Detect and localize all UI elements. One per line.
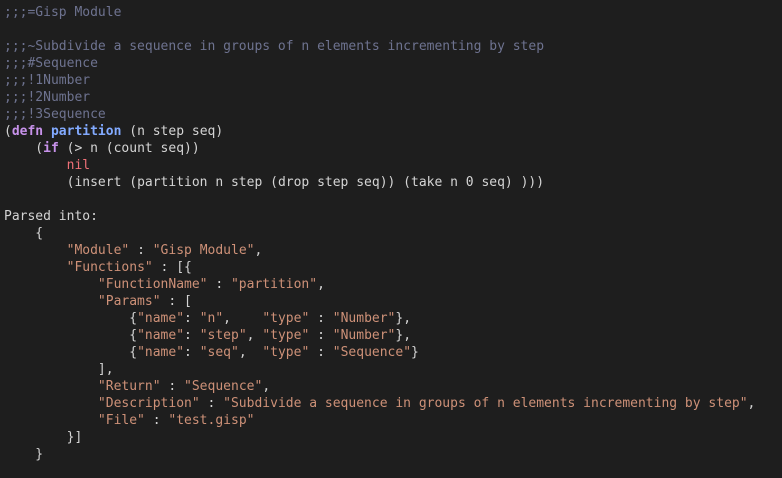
- json-key-functionname: "FunctionName": [97, 277, 208, 292]
- nil-literal: nil: [66, 158, 91, 173]
- json-key-type: "type": [262, 311, 310, 326]
- if-condition: (> n (count seq)): [58, 141, 200, 156]
- json-description-line: "Description" : "Subdivide a sequence in…: [97, 396, 756, 411]
- json-key-file: "File": [97, 413, 145, 428]
- json-value-file: "test.gisp": [168, 413, 255, 428]
- if-keyword: if: [43, 141, 59, 156]
- code-else-line: (insert (partition n step (drop step seq…: [0, 174, 782, 191]
- json-value-param-2-name: "step": [199, 328, 247, 343]
- json-key-description: "Description": [97, 396, 200, 411]
- json-value-module: "Gisp Module": [152, 243, 255, 258]
- comment-description: ;;;~Subdivide a sequence in groups of n …: [4, 39, 545, 54]
- json-key-return: "Return": [97, 379, 161, 394]
- json-key-name: "name": [137, 345, 185, 360]
- json-close-brace: }: [4, 447, 44, 462]
- json-key-name: "name": [137, 311, 185, 326]
- json-key-type: "type": [262, 345, 310, 360]
- code-nil-line: nil: [0, 157, 782, 174]
- parsed-label: Parsed into:: [4, 209, 98, 224]
- json-value-functionname: "partition": [230, 277, 318, 292]
- json-value-param-1-type: "Number": [332, 311, 396, 326]
- code-if-line: (if (> n (count seq)): [4, 141, 200, 156]
- json-value-param-3-type: "Sequence": [332, 345, 412, 360]
- comment-return-type: ;;;#Sequence: [4, 56, 98, 71]
- json-value-description: "Subdivide a sequence in groups of n ele…: [223, 396, 748, 411]
- code-defn-line: (defn partition (n step seq): [4, 124, 224, 139]
- json-params-close: ],: [4, 362, 114, 377]
- json-value-param-1-name: "n": [199, 311, 224, 326]
- json-key-params: "Params": [97, 294, 161, 309]
- json-key-functions: "Functions": [66, 260, 153, 275]
- json-functionname-line: "FunctionName" : "partition",: [97, 277, 325, 292]
- comment-param-2: ;;;!2Number: [4, 90, 91, 105]
- json-param-3: {"name": "seq", "type" : "Sequence"}: [4, 345, 419, 360]
- defn-keyword: defn: [11, 124, 44, 139]
- else-expression: (insert (partition n step (drop step seq…: [66, 175, 545, 190]
- json-key-type: "type": [262, 328, 310, 343]
- json-file-line: "File" : "test.gisp": [97, 413, 255, 428]
- comment-param-1: ;;;!1Number: [4, 73, 91, 88]
- json-open-brace: {: [4, 226, 44, 241]
- comment-param-3: ;;;!3Sequence: [4, 107, 106, 122]
- json-value-param-3-name: "seq": [199, 345, 239, 360]
- json-functions-close: }]: [4, 430, 83, 445]
- json-params-line: "Params" : [: [97, 294, 192, 309]
- json-key-module: "Module": [66, 243, 130, 258]
- json-functions-line: "Functions" : [{: [66, 260, 192, 275]
- function-name: partition: [50, 124, 122, 139]
- json-module-line: "Module" : "Gisp Module",: [66, 243, 263, 258]
- code-editor[interactable]: ;;;=Gisp Module ;;;~Subdivide a sequence…: [0, 0, 782, 478]
- json-value-return: "Sequence": [184, 379, 263, 394]
- json-key-name: "name": [137, 328, 185, 343]
- json-param-2: {"name": "step", "type" : "Number"},: [4, 328, 412, 343]
- json-value-param-2-type: "Number": [332, 328, 396, 343]
- json-return-line: "Return" : "Sequence",: [97, 379, 271, 394]
- comment-module: ;;;=Gisp Module: [4, 5, 122, 20]
- param-list: (n step seq): [121, 124, 224, 139]
- json-param-1: {"name": "n", "type" : "Number"},: [4, 311, 412, 326]
